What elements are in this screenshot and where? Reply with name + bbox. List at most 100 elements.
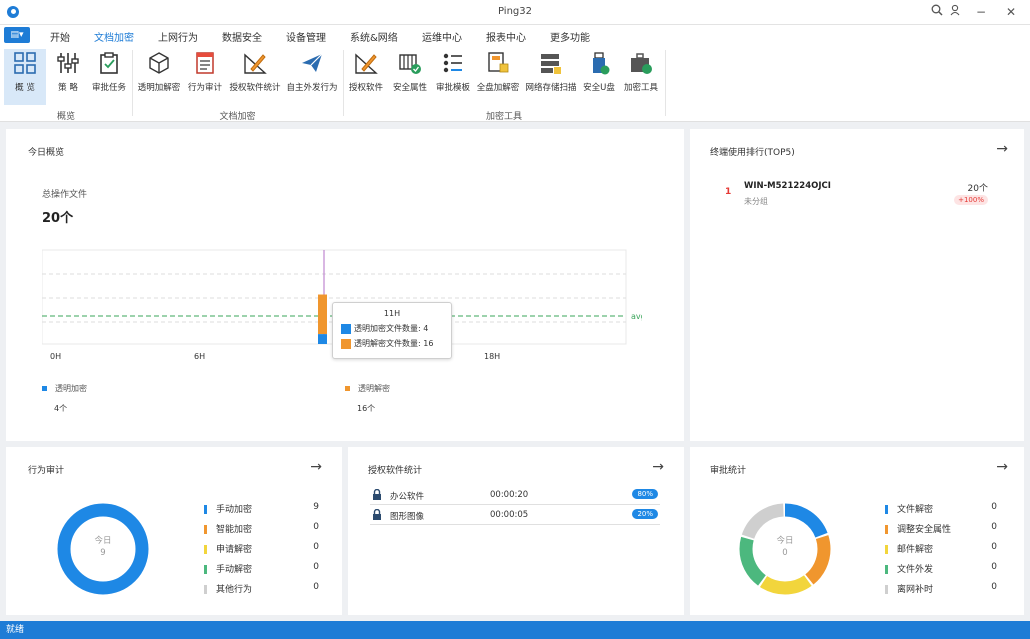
legend-transparent-encryption: 透明加密 4个 bbox=[42, 383, 87, 414]
legend-value: 4个 bbox=[54, 404, 68, 413]
behavior-audit-button-label: 行为审计 bbox=[187, 83, 222, 93]
legend-name: 其他行为 bbox=[216, 585, 253, 595]
legend-name: 邮件解密 bbox=[897, 545, 934, 555]
close-icon[interactable]: ✕ bbox=[1002, 4, 1020, 20]
more-arrow-icon[interactable]: → bbox=[996, 141, 1008, 157]
legend-item: 手动解密 0 bbox=[204, 562, 319, 582]
lock-icon bbox=[373, 509, 381, 520]
report-icon bbox=[196, 52, 214, 74]
minimize-icon[interactable]: − bbox=[972, 4, 990, 20]
legend-item: 其他行为 0 bbox=[204, 582, 319, 602]
software-stats-button[interactable]: 授权软件统计 bbox=[227, 49, 283, 105]
tab-start[interactable]: 开始 bbox=[50, 29, 70, 44]
tab-report-center[interactable]: 报表中心 bbox=[486, 29, 526, 44]
title-bar: Ping32 − ✕ bbox=[0, 0, 1030, 25]
group-label-overview: 概览 bbox=[56, 112, 75, 122]
tooltip-swatch bbox=[341, 323, 351, 334]
legend-value: 0 bbox=[991, 582, 997, 592]
legend-item: 手动加密 9 bbox=[204, 502, 319, 522]
tab-internet-behavior[interactable]: 上网行为 bbox=[158, 29, 198, 44]
legend-value: 0 bbox=[313, 582, 319, 592]
outgoing-behavior-button[interactable]: 自主外发行为 bbox=[285, 49, 339, 105]
software-stats-button-label: 授权软件统计 bbox=[229, 83, 281, 93]
security-attribute-button[interactable]: 安全属性 bbox=[390, 49, 430, 105]
approval-legend: 文件解密 0 调整安全属性 0 邮件解密 0 文件外发 0 离网补时 0 bbox=[885, 502, 997, 602]
panel-title: 终端使用排行(TOP5) bbox=[710, 148, 795, 158]
full-disk-encryption-button[interactable]: 全盘加解密 bbox=[475, 49, 521, 105]
policy-button[interactable]: 策 略 bbox=[50, 49, 86, 105]
approval-task-button[interactable]: 审批任务 bbox=[90, 49, 128, 105]
software-time: 00:00:20 bbox=[490, 490, 529, 500]
panel-title: 审批统计 bbox=[710, 466, 747, 476]
group-separator bbox=[343, 50, 344, 116]
pencil-ruler-icon bbox=[355, 53, 378, 74]
software-row: 图形图像 00:00:05 20% bbox=[370, 506, 660, 525]
tab-ops-center[interactable]: 运维中心 bbox=[422, 29, 462, 44]
software-name: 图形图像 bbox=[390, 512, 425, 522]
ribbon-toolbar: 概 览 策 略 审批任务 透明加解密 行为审计 授权软件统计 自主外发行为 授权… bbox=[0, 46, 1030, 122]
legend-value: 0 bbox=[991, 562, 997, 572]
panel-title: 今日概览 bbox=[28, 148, 65, 158]
terminal-name[interactable]: WIN-M521224OJCI bbox=[744, 181, 831, 191]
server-icon bbox=[541, 54, 561, 74]
terminal-group: 未分组 bbox=[744, 197, 768, 206]
donut-center-value: 9 bbox=[100, 548, 106, 558]
legend-swatch bbox=[204, 585, 207, 594]
search-icon[interactable] bbox=[928, 4, 946, 20]
tab-data-security[interactable]: 数据安全 bbox=[222, 29, 262, 44]
tooltip-row-decryption: 透明解密文件数量: 16 bbox=[341, 338, 451, 349]
donut-center-label: 今日 bbox=[776, 536, 794, 546]
audit-panel: 行为审计 → 今日 9 手动加密 9 智能加密 0 申请解密 0 手动解密 0 其他行为… bbox=[6, 447, 342, 615]
tab-system-network[interactable]: 系统&网络 bbox=[350, 29, 398, 44]
tooltip-row-encryption: 透明加密文件数量: 4 bbox=[341, 323, 451, 334]
disk-lock-icon bbox=[488, 52, 509, 73]
network-storage-scan-button-label: 网络存储扫描 bbox=[525, 83, 577, 93]
status-bar: 就绪 bbox=[0, 621, 1030, 639]
legend-swatch bbox=[204, 545, 207, 554]
legend-swatch bbox=[204, 505, 207, 514]
bar-transparent-encryption bbox=[318, 334, 327, 344]
legend-value: 9 bbox=[313, 502, 319, 512]
legend-name: 调整安全属性 bbox=[897, 525, 952, 535]
legend-value: 0 bbox=[313, 522, 319, 532]
network-storage-scan-button[interactable]: 网络存储扫描 bbox=[524, 49, 578, 105]
legend-swatch bbox=[42, 386, 47, 391]
tooltip-row-text: 透明加密文件数量: 4 bbox=[354, 324, 429, 333]
tooltip-row-text: 透明解密文件数量: 16 bbox=[354, 339, 434, 348]
behavior-audit-button[interactable]: 行为审计 bbox=[186, 49, 224, 105]
tooltip-title: 11H bbox=[383, 309, 401, 318]
audit-legend: 手动加密 9 智能加密 0 申请解密 0 手动解密 0 其他行为 0 bbox=[204, 502, 319, 602]
shield-icon bbox=[399, 54, 421, 74]
authorized-software-button[interactable]: 授权软件 bbox=[347, 49, 385, 105]
tab-more-features[interactable]: 更多功能 bbox=[550, 29, 590, 44]
more-arrow-icon[interactable]: → bbox=[310, 459, 322, 475]
usb-icon bbox=[593, 52, 610, 75]
pencil-ruler-icon bbox=[244, 53, 267, 74]
secure-usb-button[interactable]: 安全U盘 bbox=[582, 49, 616, 105]
legend-name: 智能加密 bbox=[216, 525, 253, 535]
software-name: 办公软件 bbox=[390, 492, 425, 502]
overview-button[interactable]: 概 览 bbox=[4, 49, 46, 105]
authorized-software-button-label: 授权软件 bbox=[348, 83, 383, 93]
legend-name: 透明解密 bbox=[358, 384, 390, 393]
x-tick-0h: 0H bbox=[50, 352, 61, 361]
group-label-encryption-tools: 加密工具 bbox=[485, 112, 522, 122]
more-arrow-icon[interactable]: → bbox=[652, 459, 664, 475]
legend-swatch bbox=[885, 565, 888, 574]
more-arrow-icon[interactable]: → bbox=[996, 459, 1008, 475]
tab-device-management[interactable]: 设备管理 bbox=[286, 29, 326, 44]
transparent-encryption-button-label: 透明加解密 bbox=[137, 83, 181, 93]
user-icon[interactable] bbox=[946, 4, 964, 20]
software-percent-badge: 20% bbox=[632, 509, 658, 519]
approval-template-button[interactable]: 审批模板 bbox=[433, 49, 473, 105]
group-separator bbox=[665, 50, 666, 116]
app-menu-button[interactable]: ▤▾ bbox=[4, 27, 30, 43]
approval-stats-panel: 审批统计 → 今日 0 文件解密 0 调整安全属性 0 邮件解密 0 文件外发 0 离网… bbox=[690, 447, 1024, 615]
transparent-encryption-button[interactable]: 透明加解密 bbox=[136, 49, 182, 105]
legend-swatch bbox=[345, 386, 350, 391]
total-files-label: 总操作文件 bbox=[42, 190, 88, 200]
group-label-document-encryption: 文档加密 bbox=[219, 112, 256, 122]
encryption-tool-button[interactable]: 加密工具 bbox=[621, 49, 661, 105]
donut-center-value: 0 bbox=[782, 548, 788, 558]
tab-document-encryption[interactable]: 文档加密 bbox=[94, 29, 134, 48]
